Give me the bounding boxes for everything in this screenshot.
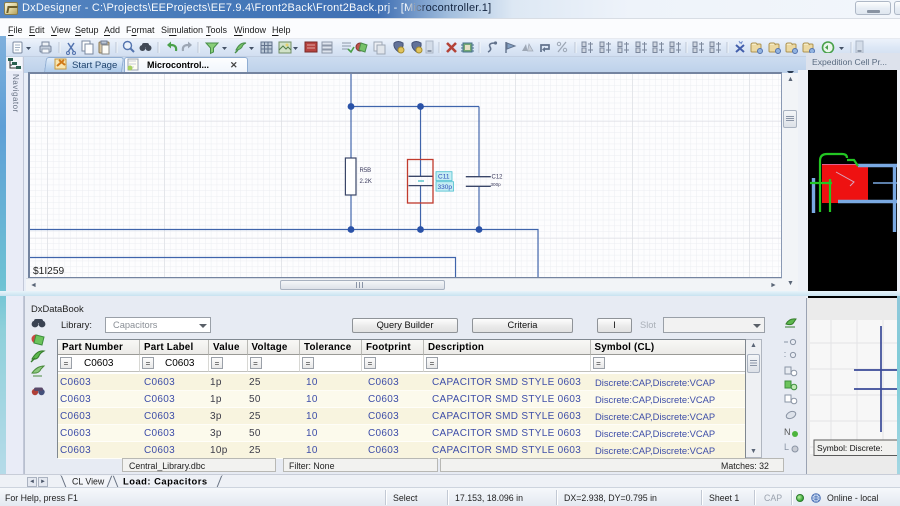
svg-text:CL View: CL View [72,477,105,487]
svg-text:R5B: R5B [360,168,372,174]
svg-text:2.2K: 2.2K [360,179,372,185]
svg-text:300p: 300p [491,182,502,187]
svg-text:Load: Capacitors: Load: Capacitors [123,476,208,487]
svg-text:Symbol: Discrete:: Symbol: Discrete: [817,443,883,453]
svg-text:L: L [784,442,789,452]
svg-text:C11: C11 [438,174,450,181]
svg-text:N: N [784,427,791,437]
svg-text:C12: C12 [492,175,504,181]
svg-text:330p: 330p [438,184,453,191]
svg-text:$1I259: $1I259 [33,266,64,277]
